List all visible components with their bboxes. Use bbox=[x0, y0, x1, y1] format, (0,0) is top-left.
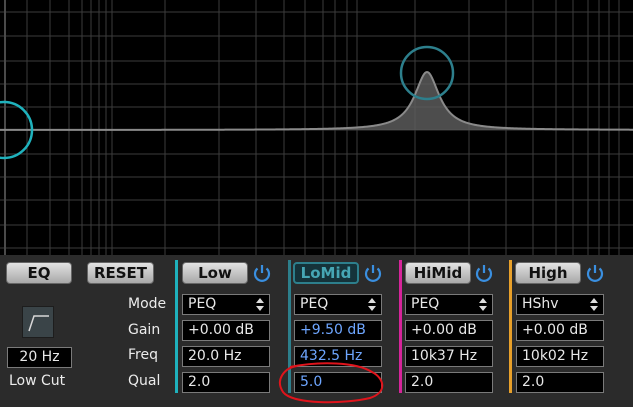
high-freq-field[interactable]: 10k02 Hz bbox=[516, 346, 604, 367]
low-power-icon[interactable] bbox=[251, 262, 273, 284]
eq-curve-fill bbox=[0, 72, 633, 130]
high-band-button[interactable]: High bbox=[515, 262, 581, 284]
low-mode-select[interactable]: PEQ bbox=[182, 294, 270, 315]
select-arrows-icon bbox=[368, 298, 376, 311]
select-arrows-icon bbox=[590, 298, 598, 311]
himid-power-icon[interactable] bbox=[473, 262, 495, 284]
himid-qual-field[interactable]: 2.0 bbox=[405, 372, 493, 393]
high-power-icon[interactable] bbox=[584, 262, 606, 284]
low-cut-freq-field[interactable]: 20 Hz bbox=[7, 347, 72, 368]
lomid-power-icon[interactable] bbox=[362, 262, 384, 284]
eq-graph[interactable] bbox=[0, 0, 633, 255]
lomid-freq-field[interactable]: 432.5 Hz bbox=[294, 346, 382, 367]
low-gain-field[interactable]: +0.00 dB bbox=[182, 320, 270, 341]
low-qual-field[interactable]: 2.0 bbox=[182, 372, 270, 393]
low-band-color-bar bbox=[175, 260, 178, 393]
select-arrows-icon bbox=[479, 298, 487, 311]
lomid-qual-field[interactable]: 5.0 bbox=[294, 372, 382, 393]
lomid-band-button[interactable]: LoMid bbox=[293, 262, 359, 284]
low-freq-field[interactable]: 20.0 Hz bbox=[182, 346, 270, 367]
lomid-band-color-bar bbox=[288, 260, 291, 393]
low-band-button[interactable]: Low bbox=[182, 262, 248, 284]
lomid-mode-select[interactable]: PEQ bbox=[294, 294, 382, 315]
low-cut-icon[interactable] bbox=[22, 306, 54, 338]
high-band-color-bar bbox=[509, 260, 512, 393]
eq-button[interactable]: EQ bbox=[6, 262, 72, 284]
freq-label: Freq bbox=[128, 347, 158, 363]
himid-band-button[interactable]: HiMid bbox=[405, 262, 471, 284]
qual-label: Qual bbox=[128, 373, 161, 389]
eq-response-plot[interactable] bbox=[0, 0, 633, 255]
himid-gain-field[interactable]: +0.00 dB bbox=[405, 320, 493, 341]
mode-label: Mode bbox=[128, 296, 167, 312]
gain-label: Gain bbox=[128, 322, 161, 338]
high-mode-value: HShv bbox=[522, 296, 559, 312]
high-mode-select[interactable]: HShv bbox=[516, 294, 604, 315]
low-mode-value: PEQ bbox=[188, 296, 217, 312]
high-qual-field[interactable]: 2.0 bbox=[516, 372, 604, 393]
select-arrows-icon bbox=[256, 298, 264, 311]
himid-mode-select[interactable]: PEQ bbox=[405, 294, 493, 315]
himid-mode-value: PEQ bbox=[411, 296, 440, 312]
grid-lines bbox=[0, 0, 633, 255]
himid-band-color-bar bbox=[399, 260, 402, 393]
himid-freq-field[interactable]: 10k37 Hz bbox=[405, 346, 493, 367]
low-cut-label: Low Cut bbox=[9, 373, 66, 389]
lomid-mode-value: PEQ bbox=[300, 296, 329, 312]
high-gain-field[interactable]: +0.00 dB bbox=[516, 320, 604, 341]
eq-curve bbox=[0, 70, 633, 131]
lomid-gain-field[interactable]: +9.50 dB bbox=[294, 320, 382, 341]
reset-button[interactable]: RESET bbox=[87, 262, 154, 284]
